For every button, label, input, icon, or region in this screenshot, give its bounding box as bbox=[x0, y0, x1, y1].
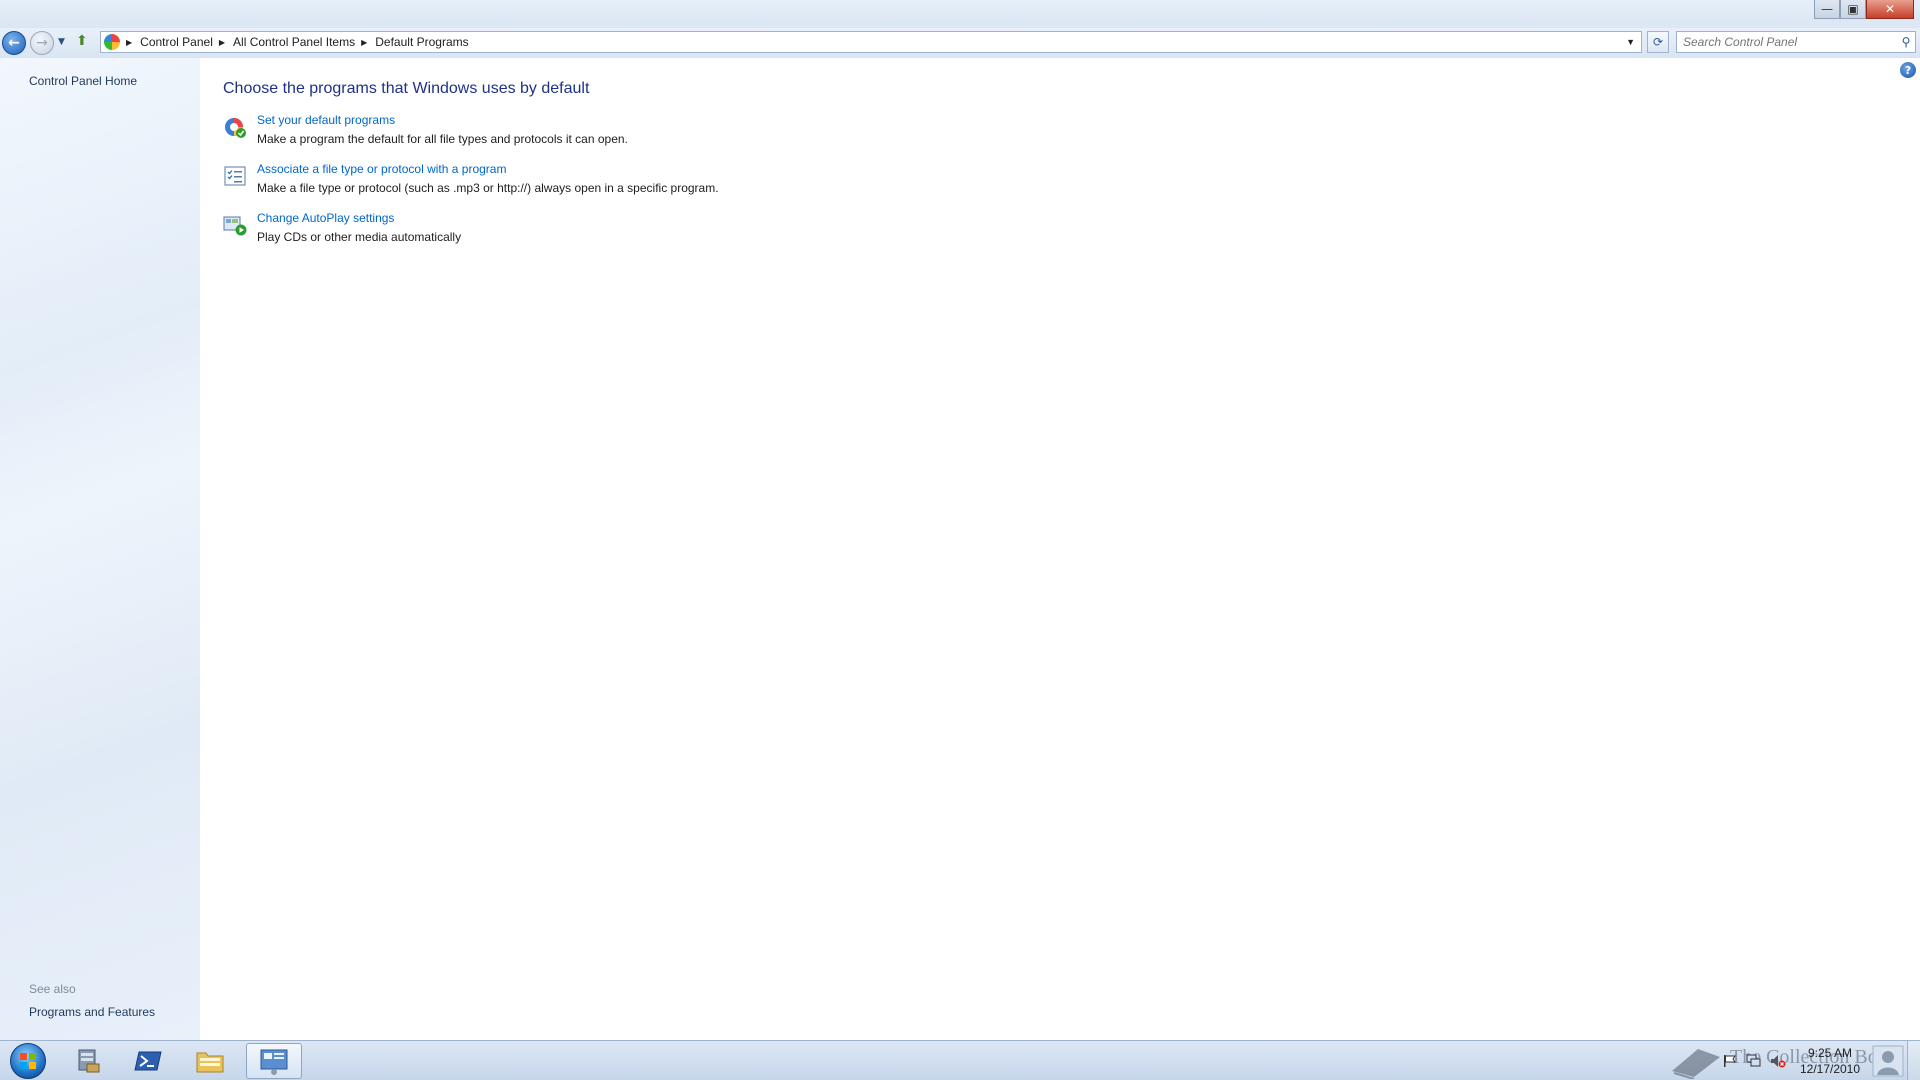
task-description: Make a file type or protocol (such as .m… bbox=[257, 181, 719, 195]
window-controls: — ▣ ✕ bbox=[1814, 0, 1914, 20]
set-default-programs-link[interactable]: Set your default programs bbox=[257, 113, 395, 127]
see-also-heading: See also bbox=[29, 982, 76, 996]
chevron-right-icon[interactable]: ▶ bbox=[219, 38, 225, 47]
address-bar[interactable]: ▶ Control Panel ▶ All Control Panel Item… bbox=[100, 31, 1642, 53]
clock[interactable]: 9:25 AM 12/17/2010 bbox=[1790, 1045, 1870, 1077]
task-associate-file-type: Associate a file type or protocol with a… bbox=[223, 162, 923, 202]
associate-file-type-link[interactable]: Associate a file type or protocol with a… bbox=[257, 162, 506, 176]
volume-muted-icon[interactable] bbox=[1770, 1054, 1786, 1068]
breadcrumb-default-programs[interactable]: Default Programs bbox=[375, 35, 468, 49]
address-history-dropdown[interactable]: ▼ bbox=[1626, 37, 1635, 47]
maximize-button[interactable]: ▣ bbox=[1840, 0, 1866, 19]
start-button[interactable] bbox=[4, 1043, 52, 1079]
breadcrumb-all-items[interactable]: All Control Panel Items bbox=[233, 35, 355, 49]
taskbar-powershell[interactable] bbox=[120, 1043, 176, 1079]
default-programs-icon bbox=[225, 118, 246, 138]
user-avatar-icon[interactable] bbox=[1872, 1045, 1904, 1077]
up-folder-icon[interactable]: ⬆ bbox=[76, 33, 90, 51]
taskbar-explorer[interactable] bbox=[182, 1043, 238, 1079]
taskbar: The Collection Book 9:25 AM 12/17/2010 bbox=[0, 1040, 1920, 1080]
refresh-button[interactable]: ⟳ bbox=[1647, 31, 1669, 53]
windows-logo-icon bbox=[10, 1043, 46, 1079]
task-set-default-programs: Set your default programs Make a program… bbox=[223, 113, 923, 153]
taskbar-control-panel[interactable] bbox=[246, 1043, 302, 1079]
search-box[interactable]: ⚲ bbox=[1676, 31, 1916, 53]
title-bar: — ▣ ✕ bbox=[0, 0, 1920, 28]
back-button[interactable]: ← bbox=[2, 31, 26, 55]
show-desktop-button[interactable] bbox=[1907, 1041, 1920, 1080]
main-content: ? Choose the programs that Windows uses … bbox=[200, 58, 1920, 1040]
search-icon[interactable]: ⚲ bbox=[1897, 35, 1915, 49]
network-icon[interactable] bbox=[1746, 1054, 1762, 1068]
close-button[interactable]: ✕ bbox=[1866, 0, 1914, 19]
clock-time: 9:25 AM bbox=[1807, 1046, 1853, 1060]
clock-date: 12/17/2010 bbox=[1799, 1062, 1861, 1076]
breadcrumb-control-panel[interactable]: Control Panel bbox=[140, 35, 213, 49]
powershell-icon bbox=[134, 1051, 162, 1071]
control-panel-icon bbox=[104, 34, 120, 50]
autoplay-settings-link[interactable]: Change AutoPlay settings bbox=[257, 211, 394, 225]
chevron-right-icon[interactable]: ▶ bbox=[361, 38, 367, 47]
forward-button[interactable]: → bbox=[30, 31, 54, 55]
programs-and-features-link[interactable]: Programs and Features bbox=[29, 1005, 155, 1019]
file-association-icon bbox=[224, 166, 246, 186]
chevron-right-icon[interactable]: ▶ bbox=[126, 38, 132, 47]
recent-pages-dropdown[interactable]: ▼ bbox=[58, 37, 65, 47]
search-input[interactable] bbox=[1677, 33, 1897, 51]
help-icon[interactable]: ? bbox=[1900, 62, 1916, 78]
sidebar: Control Panel Home See also Programs and… bbox=[0, 58, 200, 1040]
book-watermark-icon bbox=[1672, 1049, 1720, 1079]
task-autoplay-settings: Change AutoPlay settings Play CDs or oth… bbox=[223, 211, 923, 251]
control-panel-home-link[interactable]: Control Panel Home bbox=[29, 74, 137, 88]
page-title: Choose the programs that Windows uses by… bbox=[223, 80, 590, 97]
taskbar-server-manager[interactable] bbox=[60, 1043, 116, 1079]
minimize-button[interactable]: — bbox=[1814, 0, 1840, 19]
server-manager-icon bbox=[78, 1049, 100, 1073]
folder-icon bbox=[196, 1052, 224, 1073]
autoplay-icon bbox=[223, 216, 247, 236]
navigation-bar: ← → ▼ ⬆ ▶ Control Panel ▶ All Control Pa… bbox=[0, 28, 1920, 58]
action-center-flag-icon[interactable] bbox=[1722, 1054, 1738, 1068]
task-description: Play CDs or other media automatically bbox=[257, 230, 462, 244]
task-description: Make a program the default for all file … bbox=[257, 132, 628, 146]
control-panel-app-icon bbox=[260, 1049, 288, 1075]
